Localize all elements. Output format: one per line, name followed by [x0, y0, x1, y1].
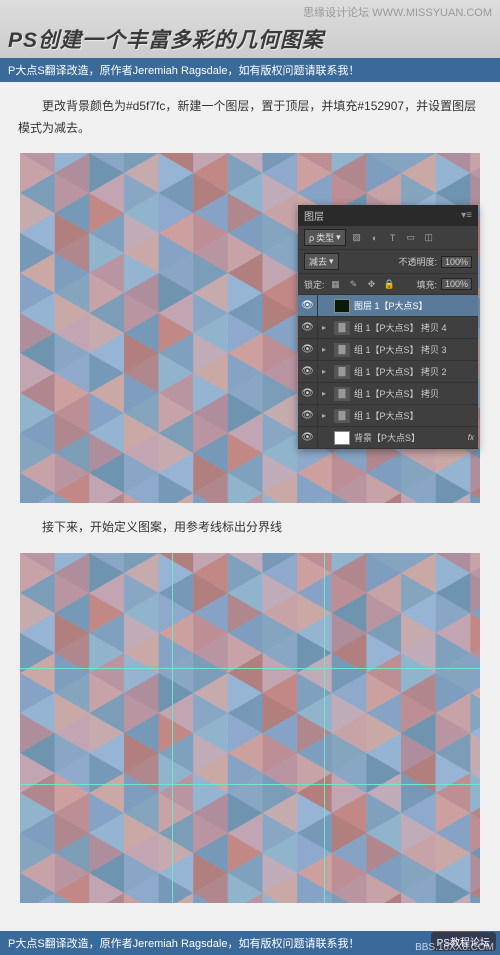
disclosure-arrow-icon[interactable]: ▸ — [322, 411, 330, 420]
bottom-watermark: BBS.16XX8.COM — [415, 942, 494, 953]
layer-row[interactable]: 👁 图层 1【P大点S】 — [298, 295, 478, 317]
folder-icon: ▇ — [334, 387, 350, 401]
filter-shape-icon[interactable]: ▭ — [404, 231, 418, 245]
opacity-value[interactable]: 100% — [441, 256, 472, 268]
hexagon-pattern-2 — [20, 553, 480, 903]
layer-name[interactable]: 组 1【P大点S】 拷贝 — [354, 387, 478, 400]
disclosure-arrow-icon[interactable]: ▸ — [322, 389, 330, 398]
layer-name[interactable]: 图层 1【P大点S】 — [354, 299, 478, 312]
figure-1: 图层 ▾≡ ρ 类型 ▾ ▧ ◐ T ▭ ◫ 减去 ▾ 不透明度: 100% 锁… — [20, 153, 480, 503]
layer-row[interactable]: 👁 ▸ ▇ 组 1【P大点S】 拷贝 3 — [298, 339, 478, 361]
fill-label: 填充: — [416, 278, 437, 291]
fill-value[interactable]: 100% — [441, 278, 472, 290]
disclosure-arrow-icon[interactable]: ▸ — [322, 367, 330, 376]
lock-all-icon[interactable]: 🔒 — [383, 277, 397, 291]
layers-panel-tab[interactable]: 图层 — [304, 208, 324, 223]
layer-row[interactable]: 👁 ▸ ▇ 组 1【P大点S】 拷贝 2 — [298, 361, 478, 383]
layer-thumbnail — [334, 431, 350, 445]
filter-adjust-icon[interactable]: ◐ — [368, 231, 382, 245]
layer-fx-badge[interactable]: fx — [468, 433, 478, 442]
instruction-paragraph-2: 接下来，开始定义图案，用参考线标出分界线 — [18, 517, 482, 539]
visibility-eye-icon[interactable]: 👁 — [298, 361, 318, 382]
layer-row[interactable]: 👁 ▸ ▇ 组 1【P大点S】 — [298, 405, 478, 427]
site-watermark: 思缘设计论坛 WWW.MISSYUAN.COM — [8, 4, 492, 22]
visibility-eye-icon[interactable]: 👁 — [298, 295, 318, 316]
lock-move-icon[interactable]: ✥ — [365, 277, 379, 291]
instruction-paragraph-1: 更改背景颜色为#d5f7fc，新建一个图层，置于顶层，并填充#152907，并设… — [18, 96, 482, 139]
page-title: PS创建一个丰富多彩的几何图案 — [8, 22, 492, 56]
filter-type-icon[interactable]: T — [386, 231, 400, 245]
layer-row[interactable]: 👁 背景【P大点S】 fx — [298, 427, 478, 449]
subtitle-bar: P大点S翻译改造，原作者Jeremiah Ragsdale，如有版权问题请联系我… — [0, 58, 500, 82]
lock-transparent-icon[interactable]: ▦ — [329, 277, 343, 291]
layer-name[interactable]: 组 1【P大点S】 — [354, 409, 478, 422]
panel-menu-icon[interactable]: ▾≡ — [461, 210, 472, 221]
layers-panel[interactable]: 图层 ▾≡ ρ 类型 ▾ ▧ ◐ T ▭ ◫ 减去 ▾ 不透明度: 100% 锁… — [298, 205, 478, 449]
visibility-eye-icon[interactable]: 👁 — [298, 427, 318, 448]
visibility-eye-icon[interactable]: 👁 — [298, 383, 318, 404]
filter-image-icon[interactable]: ▧ — [350, 231, 364, 245]
visibility-eye-icon[interactable]: 👁 — [298, 317, 318, 338]
layer-thumbnail — [334, 299, 350, 313]
folder-icon: ▇ — [334, 409, 350, 423]
opacity-label: 不透明度: — [398, 255, 437, 268]
layer-name[interactable]: 组 1【P大点S】 拷贝 2 — [354, 365, 478, 378]
filter-smart-icon[interactable]: ◫ — [422, 231, 436, 245]
disclosure-arrow-icon[interactable]: ▸ — [322, 345, 330, 354]
folder-icon: ▇ — [334, 343, 350, 357]
folder-icon: ▇ — [334, 365, 350, 379]
figure-2 — [20, 553, 480, 903]
layer-name[interactable]: 组 1【P大点S】 拷贝 3 — [354, 343, 478, 356]
folder-icon: ▇ — [334, 321, 350, 335]
disclosure-arrow-icon[interactable]: ▸ — [322, 323, 330, 332]
layer-name[interactable]: 背景【P大点S】 — [354, 431, 464, 444]
layer-name[interactable]: 组 1【P大点S】 拷贝 4 — [354, 321, 478, 334]
filter-kind-select[interactable]: ρ 类型 ▾ — [304, 229, 346, 246]
lock-brush-icon[interactable]: ✎ — [347, 277, 361, 291]
visibility-eye-icon[interactable]: 👁 — [298, 405, 318, 426]
blend-mode-select[interactable]: 减去 ▾ — [304, 253, 339, 270]
lock-label: 锁定: — [304, 278, 325, 291]
tutorial-header: 思缘设计论坛 WWW.MISSYUAN.COM PS创建一个丰富多彩的几何图案 — [0, 0, 500, 58]
visibility-eye-icon[interactable]: 👁 — [298, 339, 318, 360]
layer-row[interactable]: 👁 ▸ ▇ 组 1【P大点S】 拷贝 4 — [298, 317, 478, 339]
layer-row[interactable]: 👁 ▸ ▇ 组 1【P大点S】 拷贝 — [298, 383, 478, 405]
